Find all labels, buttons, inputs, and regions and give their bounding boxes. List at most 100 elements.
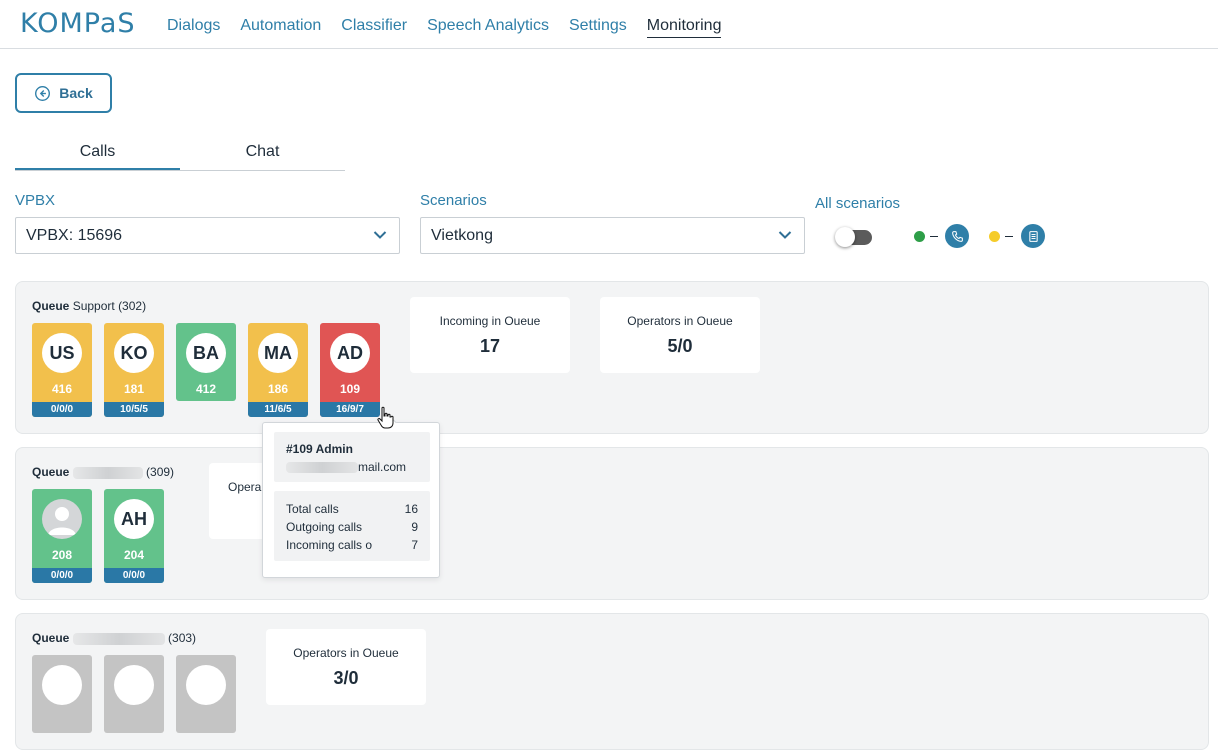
card-value: 5/0 (667, 336, 693, 356)
all-scenarios-toggle[interactable] (835, 227, 872, 247)
queue-title: Queue (303) (32, 631, 196, 645)
vpbx-select-value: VPBX: 15696 (26, 227, 123, 244)
nav-settings[interactable]: Settings (569, 16, 627, 38)
queue-panel-support: Queue Support (302) US 416 0/0/0 KO 181 … (15, 281, 1209, 434)
operator-card-offline[interactable] (176, 655, 236, 733)
vpbx-label: VPBX (15, 192, 56, 209)
queue-number: (303) (168, 631, 197, 645)
card-value: 17 (479, 336, 501, 356)
document-icon (1021, 224, 1045, 248)
operator-avatar: AD (330, 333, 370, 373)
queue-number: (309) (146, 465, 175, 479)
operator-avatar: MA (258, 333, 298, 373)
hand-pointer-cursor-icon (377, 406, 394, 429)
operator-avatar: AH (114, 499, 154, 539)
operator-card[interactable]: US 416 0/0/0 (32, 323, 92, 417)
tooltip-row-value: 7 (411, 538, 418, 552)
tooltip-row-total: Total calls 16 (286, 502, 418, 516)
chevron-down-icon (373, 231, 387, 239)
arrow-left-circle-icon (35, 85, 51, 101)
all-scenarios-label: All scenarios (815, 195, 901, 212)
scenarios-select[interactable]: Vietkong (420, 217, 805, 254)
app-logo[interactable]: KOMPaS (20, 8, 136, 39)
operator-avatar: US (42, 333, 82, 373)
operator-avatar (186, 665, 226, 705)
channel-tabs: Calls Chat (15, 140, 345, 171)
queue-panel-303: Queue (303) Operators in Oueue 3/0 (15, 613, 1209, 750)
legend-green-dot (914, 231, 925, 242)
scenarios-label: Scenarios (420, 192, 487, 209)
operator-card[interactable]: MA 186 11/6/5 (248, 323, 308, 417)
tooltip-email: mail.com (286, 460, 406, 474)
redacted-email-user (286, 462, 358, 474)
queue-title: Queue Support (302) (32, 299, 146, 313)
queue-label: Queue (32, 631, 70, 645)
operator-card[interactable]: KO 181 10/5/5 (104, 323, 164, 417)
tooltip-row-incoming: Incoming calls o 7 (286, 538, 418, 552)
operator-extension: 109 (339, 382, 361, 396)
legend-dash (930, 236, 938, 237)
operator-call-stats: 10/5/5 (104, 402, 164, 417)
operator-avatar (42, 665, 82, 705)
card-value: 3/0 (333, 668, 359, 688)
operator-extension: 181 (123, 382, 145, 396)
operator-card-offline[interactable] (32, 655, 92, 733)
card-title: Incoming in Oueue (439, 314, 541, 328)
operators-in-queue-card: Operators in Oueue 3/0 (266, 629, 426, 705)
tooltip-identity: #109 Admin mail.com (274, 432, 430, 482)
queue-number: (302) (118, 299, 147, 313)
toggle-knob (835, 227, 855, 247)
operator-call-stats: 0/0/0 (104, 568, 164, 583)
legend-dash (1005, 236, 1013, 237)
operator-card[interactable]: AH 204 0/0/0 (104, 489, 164, 583)
operator-call-stats: 0/0/0 (32, 568, 92, 583)
operator-call-stats: 11/6/5 (248, 402, 308, 417)
operator-extension: 208 (51, 548, 73, 562)
nav-speech-analytics[interactable]: Speech Analytics (427, 16, 549, 38)
nav-dialogs[interactable]: Dialogs (167, 16, 220, 38)
queue-label: Queue (32, 465, 70, 479)
queue-title: Queue (309) (32, 465, 174, 479)
queue-panel-309: Queue (309) 208 0/0/0 AH 204 0/0/0 Opera (15, 447, 1209, 600)
nav-classifier[interactable]: Classifier (341, 16, 407, 38)
operator-extension: 204 (123, 548, 145, 562)
user-avatar-icon (42, 499, 82, 539)
tooltip-row-value: 9 (411, 520, 418, 534)
tab-chat[interactable]: Chat (180, 140, 345, 170)
operator-extension: 416 (51, 382, 73, 396)
operator-avatar: BA (186, 333, 226, 373)
back-button-label: Back (59, 85, 93, 101)
tooltip-row-label: Outgoing calls (286, 520, 363, 534)
nav-automation[interactable]: Automation (240, 16, 321, 38)
tooltip-row-value: 16 (404, 502, 418, 516)
legend-yellow-dot (989, 231, 1000, 242)
operator-avatar (114, 665, 154, 705)
tooltip-row-label: Total calls (286, 502, 339, 516)
operator-extension: 412 (195, 382, 217, 396)
top-navigation-bar: KOMPaS Dialogs Automation Classifier Spe… (0, 0, 1218, 49)
card-title: Operators in Oueue (293, 646, 399, 660)
incoming-in-queue-card: Incoming in Oueue 17 (410, 297, 570, 373)
tooltip-row-label: Incoming calls o (286, 538, 373, 552)
tooltip-call-stats: Total calls 16 Outgoing calls 9 Incoming… (274, 491, 430, 561)
operators-in-queue-card: Operators in Oueue 5/0 (600, 297, 760, 373)
tooltip-email-domain: mail.com (358, 460, 407, 474)
tooltip-row-outgoing: Outgoing calls 9 (286, 520, 418, 534)
operator-tooltip: #109 Admin mail.com Total calls 16 Outgo… (262, 422, 440, 578)
operator-avatar: KO (114, 333, 154, 373)
tab-calls[interactable]: Calls (15, 140, 180, 170)
phone-icon (945, 224, 969, 248)
queue-label: Queue (32, 299, 70, 313)
chevron-down-icon (778, 231, 792, 239)
queue-name: Support (72, 299, 115, 313)
back-button[interactable]: Back (15, 73, 112, 113)
operator-extension: 186 (267, 382, 289, 396)
operator-card[interactable]: AD 109 16/9/7 (320, 323, 380, 417)
nav-monitoring[interactable]: Monitoring (646, 16, 722, 38)
operator-card-offline[interactable] (104, 655, 164, 733)
operator-card[interactable]: 208 0/0/0 (32, 489, 92, 583)
redacted-queue-name (72, 466, 143, 479)
vpbx-select[interactable]: VPBX: 15696 (15, 217, 400, 254)
main-nav: Dialogs Automation Classifier Speech Ana… (167, 16, 741, 38)
operator-card[interactable]: BA 412 (176, 323, 236, 401)
